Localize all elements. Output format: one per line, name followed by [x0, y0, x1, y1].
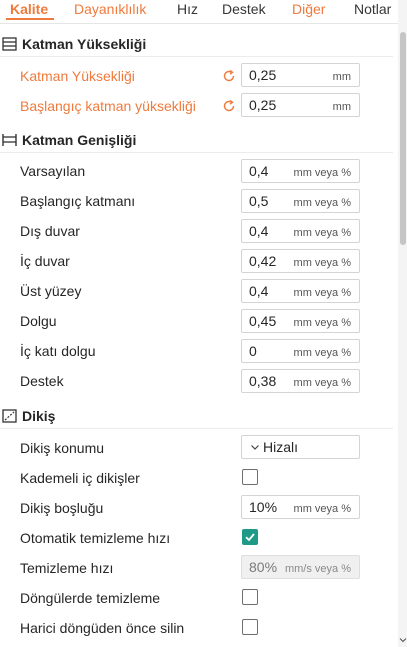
label-wipe-speed: Temizleme hızı	[20, 560, 114, 576]
field-value: 0,4	[249, 223, 269, 239]
active-tab-indicator	[6, 18, 54, 20]
field-unit: mm veya %	[293, 227, 351, 239]
field-value: 0	[249, 343, 257, 359]
inner-wall-width-input[interactable]: 0,42 mm veya %	[241, 249, 360, 273]
field-value: 0,5	[249, 193, 269, 209]
field-unit: mm	[332, 101, 351, 113]
tab-dayaniklilik[interactable]: Dayanıklılık	[74, 0, 146, 18]
tabs-divider	[0, 23, 398, 24]
field-value: 0,25	[249, 67, 277, 83]
label-infill-width: Dolgu	[20, 313, 57, 329]
tab-bar: Kalite Dayanıklılık Hız Destek Diğer Not…	[0, 0, 398, 20]
wipe-before-external-loop-checkbox[interactable]	[242, 619, 258, 635]
field-value: 0,42	[249, 253, 277, 269]
field-value: 0,4	[249, 283, 269, 299]
internal-solid-infill-width-input[interactable]: 0 mm veya %	[241, 339, 360, 363]
reset-icon[interactable]	[222, 99, 236, 113]
seam-gap-input[interactable]: 10% mm veya %	[241, 495, 360, 519]
seam-icon	[2, 409, 17, 423]
tab-notlar[interactable]: Notlar	[354, 0, 391, 18]
label-default-width: Varsayılan	[20, 163, 86, 179]
tab-diger[interactable]: Diğer	[292, 0, 325, 18]
field-unit: mm veya %	[293, 317, 351, 329]
field-unit: mm veya %	[293, 347, 351, 359]
reset-icon[interactable]	[222, 69, 236, 83]
section-divider	[0, 152, 393, 153]
label-layer-height: Katman Yüksekliği	[20, 68, 135, 84]
wipe-on-loops-checkbox[interactable]	[242, 589, 258, 605]
field-value: 0,45	[249, 313, 277, 329]
initial-layer-width-input[interactable]: 0,5 mm veya %	[241, 189, 360, 213]
label-internal-solid-infill-width: İç katı dolgu	[20, 343, 96, 359]
field-value: 80%	[249, 559, 278, 575]
label-wipe-on-loops: Döngülerde temizleme	[20, 590, 161, 606]
scrollbar-thumb[interactable]	[400, 32, 406, 245]
section-title-seam: Dikiş	[22, 408, 56, 424]
label-wipe-before-external-loop: Harici döngüden önce silin	[20, 620, 185, 636]
field-unit: mm veya %	[293, 287, 351, 299]
section-title-layer-height: Katman Yüksekliği	[22, 36, 147, 52]
checkmark-icon	[245, 533, 255, 542]
outer-wall-width-input[interactable]: 0,4 mm veya %	[241, 219, 360, 243]
seam-position-dropdown[interactable]: Hizalı	[241, 435, 360, 459]
wipe-speed-input[interactable]: 80% mm/s veya %	[241, 555, 360, 579]
layers-icon	[2, 37, 17, 51]
infill-width-input[interactable]: 0,45 mm veya %	[241, 309, 360, 333]
section-divider	[0, 56, 393, 57]
label-inner-wall-width: İç duvar	[20, 253, 70, 269]
dropdown-value: Hizalı	[263, 439, 299, 455]
line-width-icon	[2, 134, 17, 146]
label-auto-wipe-speed: Otomatik temizleme hızı	[20, 530, 171, 546]
field-value: 10%	[249, 499, 278, 515]
default-width-input[interactable]: 0,4 mm veya %	[241, 159, 360, 183]
label-outer-wall-width: Dış duvar	[20, 223, 80, 239]
label-support-width: Destek	[20, 373, 64, 389]
label-initial-layer-width: Başlangıç katmanı	[20, 193, 136, 209]
label-seam-position: Dikiş konumu	[20, 440, 105, 456]
field-unit: mm veya %	[293, 167, 351, 179]
label-initial-layer-height: Başlangıç katman yüksekliği	[20, 98, 196, 114]
label-staggered-inner-seams: Kademeli iç dikişler	[20, 470, 140, 486]
section-divider	[0, 428, 393, 429]
support-width-input[interactable]: 0,38 mm veya %	[241, 369, 360, 393]
field-unit: mm veya %	[293, 377, 351, 389]
tab-hiz[interactable]: Hız	[177, 0, 198, 18]
field-value: 0,4	[249, 163, 269, 179]
field-unit: mm/s veya %	[284, 563, 351, 575]
tab-destek[interactable]: Destek	[222, 0, 266, 18]
field-unit: mm veya %	[293, 257, 351, 269]
field-unit: mm	[332, 71, 351, 83]
label-seam-gap: Dikiş boşluğu	[20, 500, 104, 516]
auto-wipe-speed-checkbox[interactable]	[242, 529, 258, 545]
field-unit: mm veya %	[293, 503, 351, 515]
field-value: 0,38	[249, 373, 277, 389]
layer-height-input[interactable]: 0,25 mm	[241, 63, 360, 87]
field-unit: mm veya %	[293, 197, 351, 209]
initial-layer-height-input[interactable]: 0,25 mm	[241, 93, 360, 117]
staggered-inner-seams-checkbox[interactable]	[242, 469, 258, 485]
scroll-down-arrow-icon[interactable]	[399, 636, 407, 644]
section-title-line-width: Katman Genişliği	[22, 132, 137, 148]
field-value: 0,25	[249, 97, 277, 113]
top-surface-width-input[interactable]: 0,4 mm veya %	[241, 279, 360, 303]
chevron-down-icon	[251, 445, 259, 450]
tab-kalite[interactable]: Kalite	[10, 0, 48, 18]
label-top-surface-width: Üst yüzey	[20, 283, 82, 299]
